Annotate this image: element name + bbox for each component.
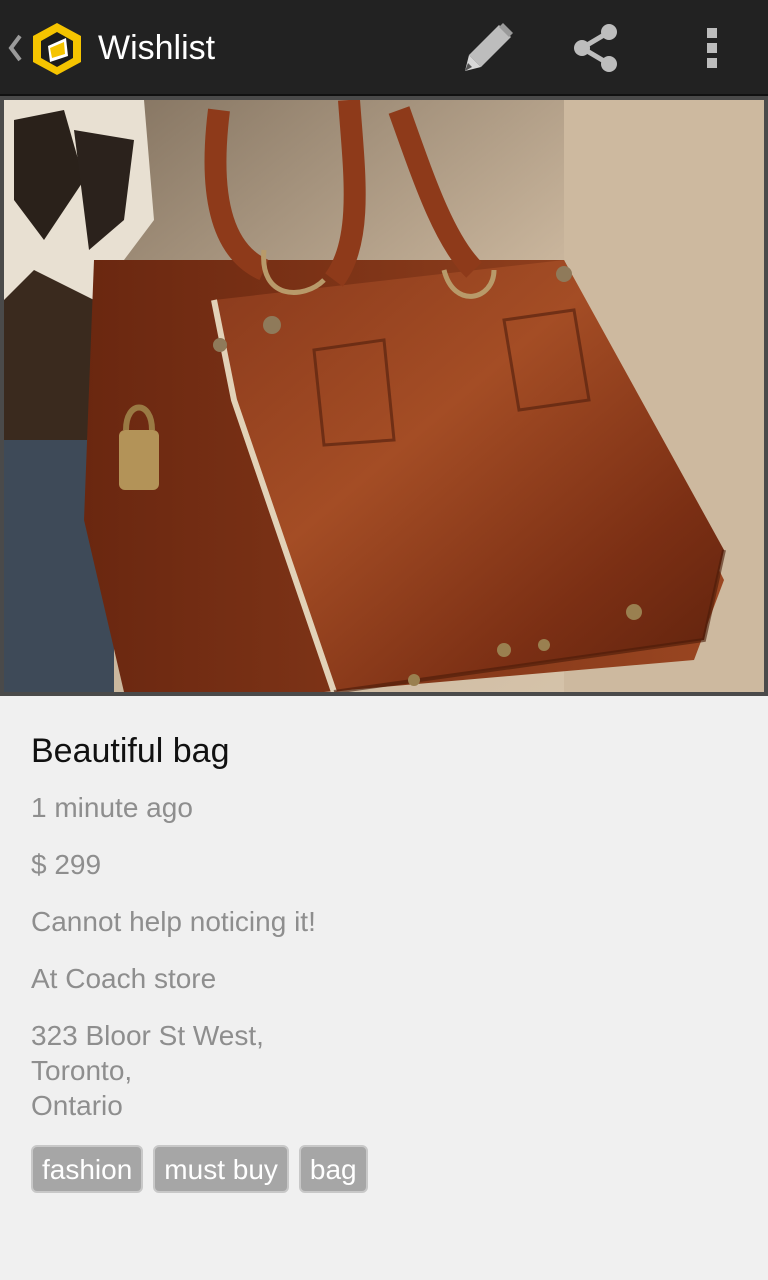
tag-list: fashion must buy bag <box>31 1145 737 1193</box>
app-logo-icon[interactable] <box>28 20 86 78</box>
item-address[interactable]: 323 Bloor St West, Toronto, Ontario <box>31 1018 737 1123</box>
edit-pencil-icon <box>465 23 513 71</box>
bag-photo <box>4 100 764 692</box>
item-note: Cannot help noticing it! <box>31 906 316 937</box>
item-price: $ 299 <box>31 849 102 880</box>
item-store: At Coach store <box>31 963 217 994</box>
share-icon <box>574 24 617 72</box>
tag-chip[interactable]: must buy <box>153 1145 289 1193</box>
item-title: Beautiful bag <box>31 732 230 770</box>
item-time: 1 minute ago <box>31 792 193 823</box>
edit-button[interactable] <box>456 16 520 80</box>
overflow-menu-icon <box>707 28 717 68</box>
page-title: Wishlist <box>98 29 216 67</box>
tag-chip[interactable]: bag <box>298 1145 368 1193</box>
share-button[interactable] <box>564 16 628 80</box>
item-details: Beautiful bag 1 minute ago $ 299 Cannot … <box>31 728 737 1193</box>
action-bar: Wishlist <box>0 0 768 96</box>
item-photo[interactable] <box>0 96 768 696</box>
overflow-menu-button[interactable] <box>680 16 744 80</box>
tag-chip[interactable]: fashion <box>31 1145 144 1193</box>
up-caret-icon[interactable] <box>6 30 24 66</box>
